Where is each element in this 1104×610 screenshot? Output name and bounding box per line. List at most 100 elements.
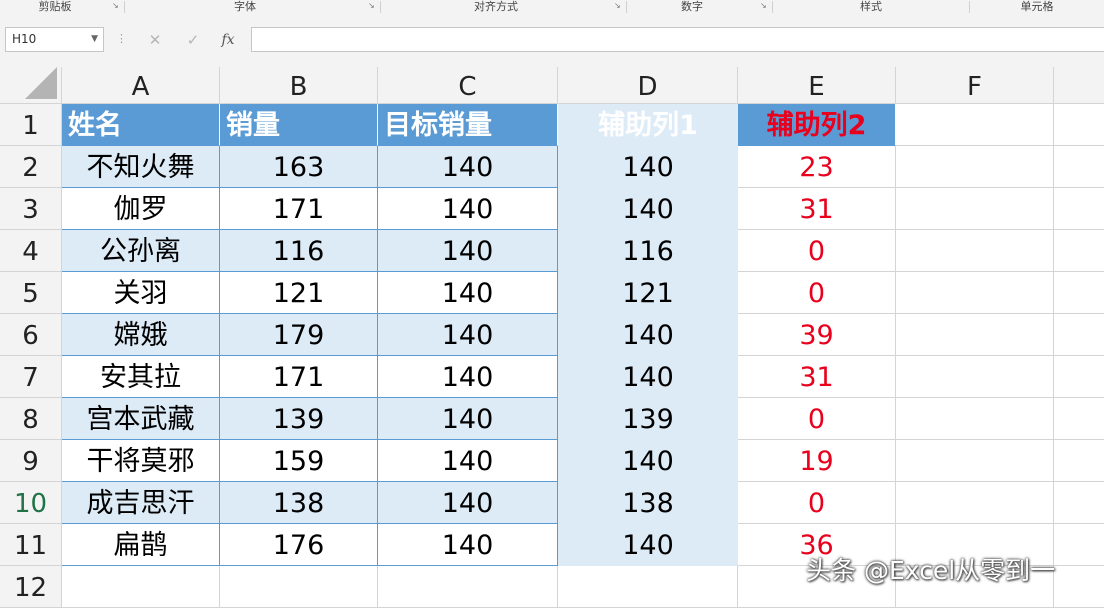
cell[interactable] bbox=[1054, 314, 1104, 356]
cell[interactable] bbox=[1054, 146, 1104, 188]
table-cell[interactable]: 31 bbox=[738, 188, 896, 230]
header-cell-sales[interactable]: 销量 bbox=[220, 104, 378, 146]
cell[interactable] bbox=[1054, 356, 1104, 398]
table-cell[interactable]: 140 bbox=[378, 440, 558, 482]
row-header-12[interactable]: 12 bbox=[0, 566, 62, 608]
cell[interactable] bbox=[1054, 272, 1104, 314]
dialog-launcher-icon[interactable]: ↘ bbox=[368, 2, 376, 10]
table-cell[interactable]: 干将莫邪 bbox=[62, 440, 220, 482]
cancel-icon[interactable]: ✕ bbox=[143, 28, 167, 52]
table-cell[interactable]: 159 bbox=[220, 440, 378, 482]
row-header-7[interactable]: 7 bbox=[0, 356, 62, 398]
header-cell-target[interactable]: 目标销量 bbox=[378, 104, 558, 146]
table-cell[interactable]: 171 bbox=[220, 356, 378, 398]
row-header-5[interactable]: 5 bbox=[0, 272, 62, 314]
table-cell[interactable]: 176 bbox=[220, 524, 378, 566]
table-cell[interactable]: 不知火舞 bbox=[62, 146, 220, 188]
cell[interactable] bbox=[1054, 566, 1104, 608]
table-cell[interactable]: 关羽 bbox=[62, 272, 220, 314]
table-cell[interactable]: 嫦娥 bbox=[62, 314, 220, 356]
cell[interactable] bbox=[896, 356, 1054, 398]
table-cell[interactable]: 0 bbox=[738, 398, 896, 440]
cell[interactable] bbox=[220, 566, 378, 608]
column-header-a[interactable]: A bbox=[62, 67, 220, 104]
table-cell[interactable]: 140 bbox=[378, 356, 558, 398]
column-header-g[interactable] bbox=[1054, 67, 1104, 104]
row-header-6[interactable]: 6 bbox=[0, 314, 62, 356]
row-header-11[interactable]: 11 bbox=[0, 524, 62, 566]
cell[interactable] bbox=[1054, 524, 1104, 566]
dialog-launcher-icon[interactable]: ↘ bbox=[112, 2, 120, 10]
insert-function-icon[interactable]: fx bbox=[216, 28, 240, 52]
column-header-c[interactable]: C bbox=[378, 67, 558, 104]
cell[interactable] bbox=[896, 482, 1054, 524]
table-cell[interactable]: 116 bbox=[558, 230, 738, 272]
table-cell[interactable]: 伽罗 bbox=[62, 188, 220, 230]
row-header-8[interactable]: 8 bbox=[0, 398, 62, 440]
table-cell[interactable]: 139 bbox=[558, 398, 738, 440]
cell[interactable] bbox=[896, 272, 1054, 314]
table-cell[interactable]: 116 bbox=[220, 230, 378, 272]
table-cell[interactable]: 140 bbox=[558, 146, 738, 188]
table-cell[interactable]: 140 bbox=[558, 188, 738, 230]
header-cell-helper2[interactable]: 辅助列2 bbox=[738, 104, 896, 146]
cell[interactable] bbox=[896, 440, 1054, 482]
header-cell-helper1[interactable]: 辅助列1 bbox=[558, 104, 738, 146]
cell[interactable] bbox=[896, 398, 1054, 440]
cell[interactable] bbox=[378, 566, 558, 608]
cell[interactable] bbox=[896, 146, 1054, 188]
row-header-2[interactable]: 2 bbox=[0, 146, 62, 188]
row-header-9[interactable]: 9 bbox=[0, 440, 62, 482]
more-options-icon[interactable]: ⋮ bbox=[116, 32, 127, 46]
cell[interactable] bbox=[1054, 188, 1104, 230]
table-cell[interactable]: 140 bbox=[378, 146, 558, 188]
table-cell[interactable]: 140 bbox=[378, 524, 558, 566]
cell[interactable] bbox=[896, 188, 1054, 230]
table-cell[interactable]: 扁鹊 bbox=[62, 524, 220, 566]
cell[interactable] bbox=[896, 314, 1054, 356]
cell[interactable] bbox=[558, 566, 738, 608]
table-cell[interactable]: 0 bbox=[738, 230, 896, 272]
table-cell[interactable]: 138 bbox=[558, 482, 738, 524]
cell[interactable] bbox=[62, 566, 220, 608]
select-all-corner[interactable] bbox=[0, 67, 62, 104]
table-cell[interactable]: 138 bbox=[220, 482, 378, 524]
column-header-e[interactable]: E bbox=[738, 67, 896, 104]
dialog-launcher-icon[interactable]: ↘ bbox=[614, 2, 622, 10]
column-header-b[interactable]: B bbox=[220, 67, 378, 104]
table-cell[interactable]: 安其拉 bbox=[62, 356, 220, 398]
name-box[interactable]: H10 ▼ bbox=[5, 27, 104, 52]
table-cell[interactable]: 140 bbox=[558, 524, 738, 566]
table-cell[interactable]: 成吉思汗 bbox=[62, 482, 220, 524]
row-header-4[interactable]: 4 bbox=[0, 230, 62, 272]
table-cell[interactable]: 179 bbox=[220, 314, 378, 356]
table-cell[interactable]: 140 bbox=[558, 314, 738, 356]
formula-input[interactable] bbox=[251, 27, 1104, 52]
table-cell[interactable]: 139 bbox=[220, 398, 378, 440]
table-cell[interactable]: 140 bbox=[378, 230, 558, 272]
table-cell[interactable]: 23 bbox=[738, 146, 896, 188]
column-header-d[interactable]: D bbox=[558, 67, 738, 104]
table-cell[interactable]: 宫本武藏 bbox=[62, 398, 220, 440]
table-cell[interactable]: 0 bbox=[738, 482, 896, 524]
column-header-f[interactable]: F bbox=[896, 67, 1054, 104]
table-cell[interactable]: 171 bbox=[220, 188, 378, 230]
table-cell[interactable]: 140 bbox=[378, 398, 558, 440]
table-cell[interactable]: 140 bbox=[378, 314, 558, 356]
header-cell-name[interactable]: 姓名 bbox=[62, 104, 220, 146]
cell[interactable] bbox=[1054, 440, 1104, 482]
cell[interactable] bbox=[896, 230, 1054, 272]
dialog-launcher-icon[interactable]: ↘ bbox=[760, 2, 768, 10]
table-cell[interactable]: 31 bbox=[738, 356, 896, 398]
table-cell[interactable]: 121 bbox=[558, 272, 738, 314]
cell[interactable] bbox=[896, 104, 1054, 146]
row-header-3[interactable]: 3 bbox=[0, 188, 62, 230]
enter-icon[interactable]: ✓ bbox=[181, 28, 205, 52]
table-cell[interactable]: 163 bbox=[220, 146, 378, 188]
table-cell[interactable]: 121 bbox=[220, 272, 378, 314]
table-cell[interactable]: 39 bbox=[738, 314, 896, 356]
chevron-down-icon[interactable]: ▼ bbox=[91, 28, 98, 51]
row-header-10[interactable]: 10 bbox=[0, 482, 62, 524]
cell[interactable] bbox=[1054, 230, 1104, 272]
table-cell[interactable]: 140 bbox=[558, 440, 738, 482]
